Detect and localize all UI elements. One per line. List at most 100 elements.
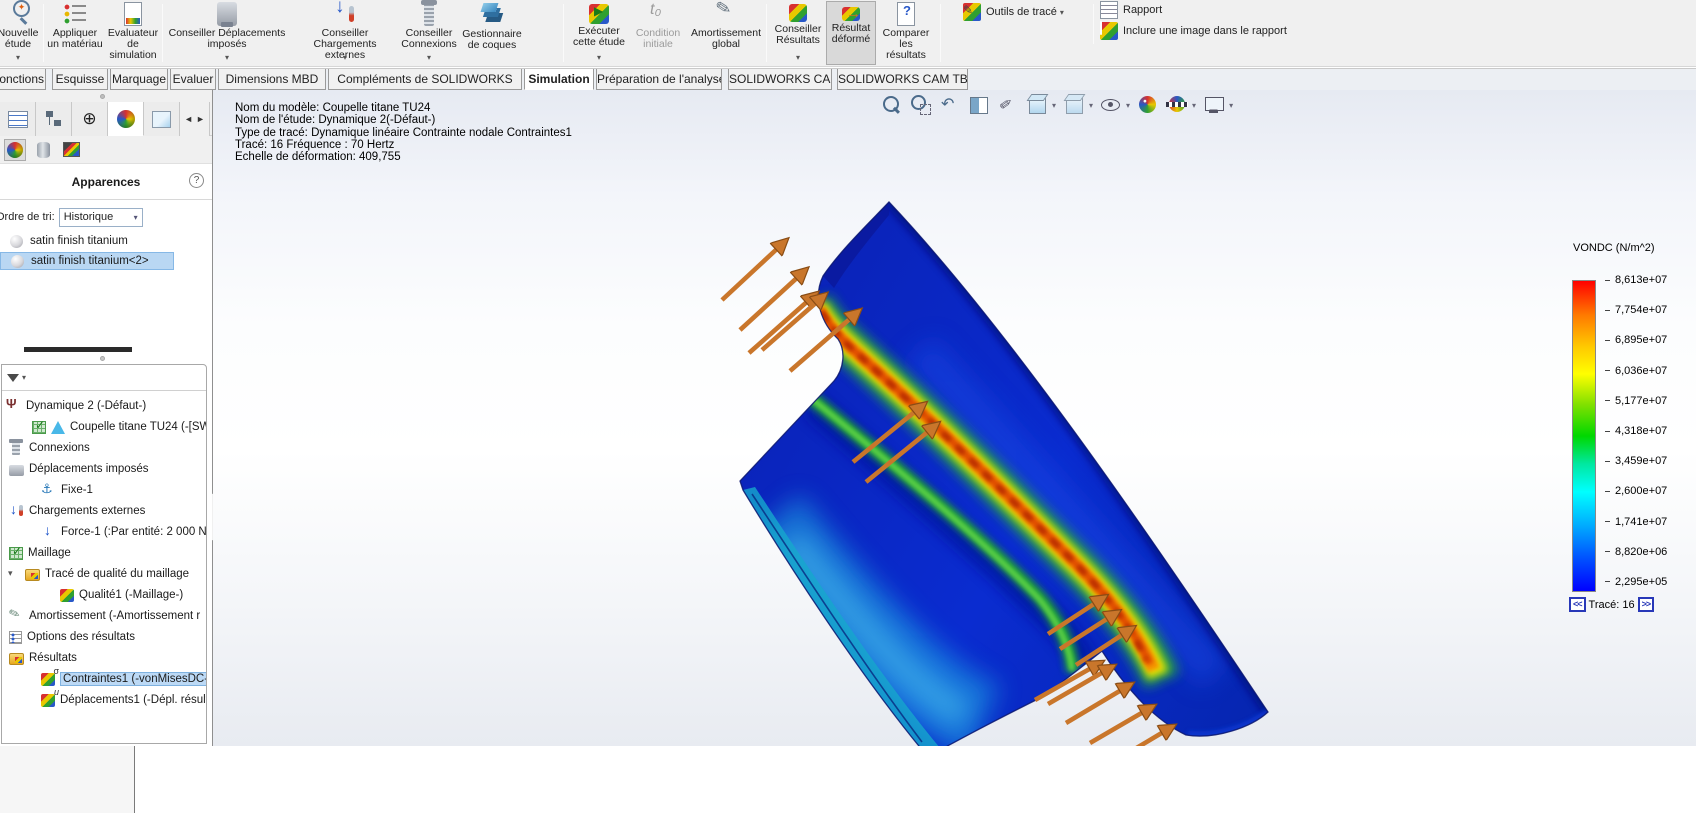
include-image-report-button[interactable]: Inclure une image dans le rapport: [1100, 22, 1287, 40]
tab-esquisse[interactable]: Esquisse: [52, 69, 108, 90]
ribbon-label: Gestionnaire de coques: [458, 29, 526, 51]
legend-value: 6,895e+07: [1605, 334, 1667, 346]
ribbon-label: Résultat déformé: [827, 23, 875, 45]
ribbon-label: Evaluateur de simulation: [104, 28, 162, 61]
connections-advisor-button[interactable]: Conseiller Connexions ▾: [400, 1, 458, 65]
material-tool-button[interactable]: [32, 139, 54, 161]
legend-values: 8,613e+07 7,754e+07 6,895e+07 6,036e+07 …: [1605, 274, 1667, 588]
tab-complements-solidworks[interactable]: Compléments de SOLIDWORKS: [328, 69, 522, 90]
tab-configurations[interactable]: [72, 102, 108, 136]
simulation-ribbon: Nouvelle étude ▾ Appliquer un matériau E…: [0, 0, 1696, 67]
report-icon: [1100, 1, 1118, 19]
property-manager-icon: [45, 110, 63, 128]
ribbon-label: Nouvelle étude: [0, 28, 44, 50]
load-arrow: [1090, 711, 1145, 743]
run-study-icon: [589, 4, 609, 24]
appearance-item[interactable]: satin finish titanium: [0, 232, 212, 250]
results-folder-icon: [9, 653, 24, 665]
compare-results-button[interactable]: Comparer les résultats: [878, 1, 934, 65]
tree-item-fixtures[interactable]: Déplacements imposés: [2, 458, 206, 479]
tree-item-options-resultats[interactable]: Options des résultats: [2, 626, 206, 647]
tree-item-qualite1[interactable]: Qualité1 (-Maillage-): [2, 584, 206, 605]
ribbon-separator: [1093, 4, 1094, 44]
external-loads-advisor-button[interactable]: Conseiller Chargements externes ▾: [292, 1, 398, 65]
simulation-study-tree: ▾ Dynamique 2 (-Défaut-) Coupelle titane…: [1, 364, 207, 744]
legend-value: 5,177e+07: [1605, 395, 1667, 407]
color-tool-button[interactable]: [4, 139, 26, 161]
simulation-evaluator-icon: [124, 2, 142, 26]
global-damping-button[interactable]: Amortissement global: [688, 1, 764, 65]
arrow-left-icon[interactable]: ◄: [184, 114, 193, 124]
panel-tab-scroll[interactable]: ◄►: [180, 102, 210, 136]
panel-splitter-handle[interactable]: [0, 90, 212, 102]
ribbon-label: Comparer les résultats: [878, 28, 934, 61]
tab-marquage[interactable]: Marquage: [110, 69, 168, 90]
filter-funnel-icon[interactable]: [7, 374, 19, 388]
horizontal-splitter[interactable]: [24, 347, 132, 352]
ribbon-label: Exécuter cette étude: [570, 26, 628, 48]
scene-icon: [63, 142, 80, 157]
graphics-viewport[interactable]: Nom du modèle: Coupelle titane TU24 Nom …: [213, 90, 1696, 746]
scene-tool-button[interactable]: [60, 139, 82, 161]
ribbon-separator: [940, 4, 941, 62]
appearances-toolbar: [0, 136, 212, 164]
previous-plot-button[interactable]: <<: [1569, 597, 1586, 612]
load-arrow: [749, 300, 809, 353]
appearance-item-selected[interactable]: satin finish titanium<2>: [0, 252, 174, 270]
new-study-button[interactable]: Nouvelle étude ▾: [0, 1, 44, 65]
tree-item-external-loads[interactable]: Chargements externes: [2, 500, 206, 521]
ribbon-separator: [766, 4, 767, 62]
tree-item-force1[interactable]: Force-1 (:Par entité: 2 000 N:): [2, 521, 206, 542]
tab-preparation-analyse[interactable]: Préparation de l'analyse: [596, 69, 722, 90]
appearance-sphere-icon: [11, 255, 24, 268]
run-study-button[interactable]: Exécuter cette étude ▾: [570, 1, 628, 65]
include-image-label: Inclure une image dans le rapport: [1123, 25, 1287, 37]
tree-item-maillage[interactable]: Maillage: [2, 542, 206, 563]
apply-material-icon: [63, 2, 87, 26]
external-loads-icon: [9, 503, 24, 518]
legend-value: 8,820e+06: [1605, 546, 1667, 558]
external-loads-advisor-icon: [333, 2, 357, 26]
tree-item-contraintes1[interactable]: Contraintes1 (-vonMisesDC-): [2, 668, 206, 689]
tree-item-part[interactable]: Coupelle titane TU24 (-[SW]Ti: [2, 416, 206, 437]
plot-tools-button[interactable]: Outils de tracé ▾: [963, 3, 1066, 21]
tab-simulation[interactable]: Simulation: [524, 69, 594, 90]
bottom-left-strip: [0, 746, 135, 813]
tree-item-mesh-quality-folder[interactable]: ▾Tracé de qualité du maillage: [2, 563, 206, 584]
force-icon: [41, 524, 56, 539]
include-image-icon: [1100, 22, 1118, 40]
tree-item-connexions[interactable]: Connexions: [2, 437, 206, 458]
fixtures-advisor-icon: [217, 2, 237, 26]
ribbon-label: Conseiller Connexions: [400, 28, 458, 50]
tab-evaluer[interactable]: Evaluer: [170, 69, 216, 90]
next-plot-button[interactable]: >>: [1638, 597, 1655, 612]
results-advisor-button[interactable]: Conseiller Résultats ▾: [770, 1, 826, 65]
arrow-right-icon[interactable]: ►: [196, 114, 205, 124]
deformed-result-button[interactable]: Résultat déformé: [826, 1, 876, 65]
tree-item-study[interactable]: Dynamique 2 (-Défaut-): [2, 395, 206, 416]
tab-appearances[interactable]: [108, 102, 144, 136]
tree-item-deplacements1[interactable]: Déplacements1 (-Dépl. résulta: [2, 689, 206, 710]
tree-item-resultats[interactable]: Résultats: [2, 647, 206, 668]
tab-fonctions[interactable]: Fonctions: [0, 69, 46, 90]
report-button[interactable]: Rapport: [1100, 1, 1162, 19]
tree-item-amortissement[interactable]: Amortissement (-Amortissement r: [2, 605, 206, 626]
configurations-icon: [82, 110, 96, 129]
tab-solidworks-cam[interactable]: SOLIDWORKS CAM: [728, 69, 832, 90]
tree-item-fixe1[interactable]: Fixe-1: [2, 479, 206, 500]
tab-dimensions-mbd[interactable]: Dimensions MBD: [218, 69, 326, 90]
model-3d[interactable]: [213, 90, 1696, 746]
load-arrow: [722, 247, 779, 300]
legend-value: 8,613e+07: [1605, 274, 1667, 286]
simulation-evaluator-button[interactable]: Evaluateur de simulation: [104, 1, 162, 65]
sort-order-select[interactable]: Historique ▾: [59, 208, 143, 227]
shell-manager-button[interactable]: Gestionnaire de coques: [458, 1, 526, 65]
fixtures-advisor-button[interactable]: Conseiller Déplacements imposés ▾: [164, 1, 290, 65]
tab-dimxpert[interactable]: [144, 102, 180, 136]
help-icon[interactable]: ?: [189, 173, 204, 188]
tab-feature-tree[interactable]: [0, 102, 36, 136]
expander-icon[interactable]: ▾: [8, 568, 13, 579]
tab-solidworks-cam-tbm[interactable]: SOLIDWORKS CAM TBM: [837, 69, 968, 90]
apply-material-button[interactable]: Appliquer un matériau: [46, 1, 104, 65]
tab-property-manager[interactable]: [36, 102, 72, 136]
